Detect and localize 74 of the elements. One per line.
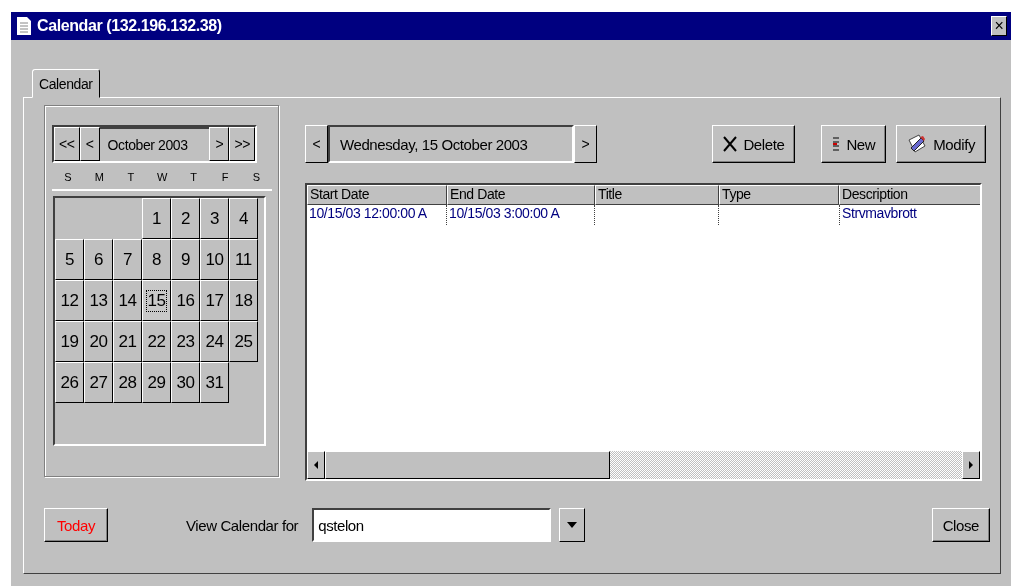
weekday-label: T [189,171,198,183]
day-button[interactable]: 15 [142,280,171,321]
last-month-button[interactable]: >> [229,127,255,161]
column-header[interactable]: Title [595,185,719,205]
day-button[interactable]: 25 [229,321,258,362]
view-calendar-label: View Calendar for [186,516,299,534]
window-title: Calendar (132.196.132.38) [37,17,223,35]
document-icon [832,136,841,152]
day-button[interactable]: 14 [113,280,142,321]
day-button[interactable]: 27 [84,362,113,403]
left-arrow-icon [313,461,319,469]
day-button[interactable]: 5 [55,239,84,280]
first-month-button[interactable]: << [54,127,80,161]
next-day-button[interactable]: > [574,125,597,163]
column-header[interactable]: Start Date [307,185,447,205]
pencil-paper-icon [907,134,928,154]
day-button[interactable]: 13 [84,280,113,321]
right-arrow-icon [968,461,974,469]
weekday-label: F [220,171,229,183]
weekday-label: M [93,171,105,183]
document-icon [17,17,31,35]
column-header[interactable]: Description [839,185,980,205]
tab[interactable]: Calendar [32,69,100,98]
day-button[interactable]: 1 [142,198,171,239]
column-header[interactable]: Type [719,185,839,205]
weekday-label: W [156,171,169,183]
delete-button[interactable]: Delete [712,125,796,163]
new-button[interactable]: New [821,125,887,163]
day-button[interactable]: 21 [113,321,142,362]
weekday-label: T [126,171,135,183]
next-month-button[interactable]: > [209,127,230,161]
day-button[interactable]: 12 [55,280,84,321]
day-button[interactable]: 23 [171,321,200,362]
day-button[interactable]: 29 [142,362,171,403]
day-button[interactable]: 3 [200,198,229,239]
day-button[interactable]: 22 [142,321,171,362]
table-cell-text: Strvmavbrott [841,205,918,223]
close-icon [723,136,738,152]
table-cell: 10/15/03 12:00:00 A [307,205,447,225]
day-button[interactable]: 31 [200,362,229,403]
day-button[interactable]: 6 [84,239,113,280]
day-button[interactable]: 9 [171,239,200,280]
day-button[interactable]: 8 [142,239,171,280]
column-header[interactable]: End Date [447,185,595,205]
modify-button[interactable]: Modify [896,125,986,163]
day-button[interactable]: 2 [171,198,200,239]
day-button[interactable]: 19 [55,321,84,362]
day-button[interactable]: 26 [55,362,84,403]
scroll-thumb[interactable] [325,451,610,479]
day-button[interactable]: 28 [113,362,142,403]
close-button[interactable]: Close [931,508,990,542]
dropdown-arrow-icon [567,522,578,528]
close-button[interactable]: × [991,16,1007,36]
user-field[interactable]: qstelon [312,508,552,542]
day-button[interactable]: 30 [171,362,200,403]
scroll-left-button[interactable] [307,451,325,479]
dropdown-button[interactable] [559,508,586,542]
scroll-right-button[interactable] [962,451,980,479]
day-button[interactable]: 7 [113,239,142,280]
day-button[interactable]: 11 [229,239,258,280]
previous-month-button[interactable]: < [79,127,100,161]
table-cell: 10/15/03 3:00:00 A [447,205,595,225]
day-button[interactable]: 16 [171,280,200,321]
day-button[interactable]: 20 [84,321,113,362]
day-button[interactable]: 4 [229,198,258,239]
day-button[interactable]: 17 [200,280,229,321]
horizontal-scrollbar[interactable] [307,451,980,479]
weekday-label: S [251,171,261,183]
day-button[interactable]: 10 [200,239,229,280]
day-button[interactable]: 24 [200,321,229,362]
day-button[interactable]: 18 [229,280,258,321]
date-label: Wednesday, 15 October 2003 [328,125,574,163]
weekday-label: S [63,171,73,183]
previous-day-button[interactable]: < [305,125,328,163]
